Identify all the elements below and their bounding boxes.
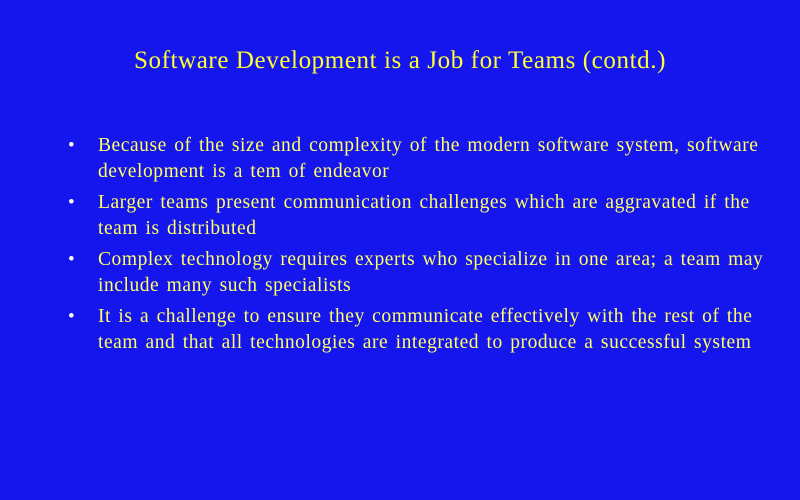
bullet-icon: • — [68, 135, 76, 156]
bullet-item: • Complex technology requires experts wh… — [68, 247, 768, 299]
bullet-item: • Larger teams present communication cha… — [68, 190, 768, 242]
slide: Software Development is a Job for Teams … — [0, 0, 800, 500]
bullet-text: Larger teams present communication chall… — [98, 192, 750, 239]
bullet-text: Because of the size and complexity of th… — [98, 135, 759, 182]
bullet-item: • Because of the size and complexity of … — [68, 133, 768, 185]
bullet-item: • It is a challenge to ensure they commu… — [68, 304, 768, 356]
bullet-icon: • — [68, 306, 76, 327]
bullet-text: It is a challenge to ensure they communi… — [98, 306, 753, 353]
slide-title: Software Development is a Job for Teams … — [133, 47, 666, 74]
bullet-icon: • — [68, 249, 76, 270]
bullet-icon: • — [68, 192, 76, 213]
bullet-text: Complex technology requires experts who … — [98, 249, 764, 296]
bullet-list: • Because of the size and complexity of … — [68, 133, 768, 361]
